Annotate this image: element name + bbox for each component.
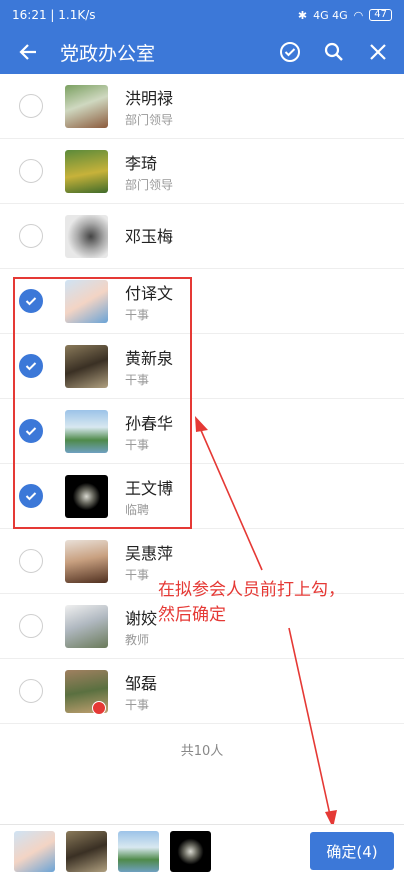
annotation-arrows [195, 416, 337, 828]
confirm-button[interactable]: 确定(4) [310, 832, 394, 870]
annotation-line-2: 然后确定 [158, 605, 226, 625]
annotation-line-1: 在拟参会人员前打上勾， [158, 580, 345, 600]
selected-avatar[interactable] [118, 831, 159, 872]
annotation-text: 在拟参会人员前打上勾， 然后确定 [158, 578, 403, 628]
selected-avatar[interactable] [14, 831, 55, 872]
selected-avatar[interactable] [66, 831, 107, 872]
selection-bar: 确定(4) [0, 824, 404, 878]
selected-avatar[interactable] [170, 831, 211, 872]
